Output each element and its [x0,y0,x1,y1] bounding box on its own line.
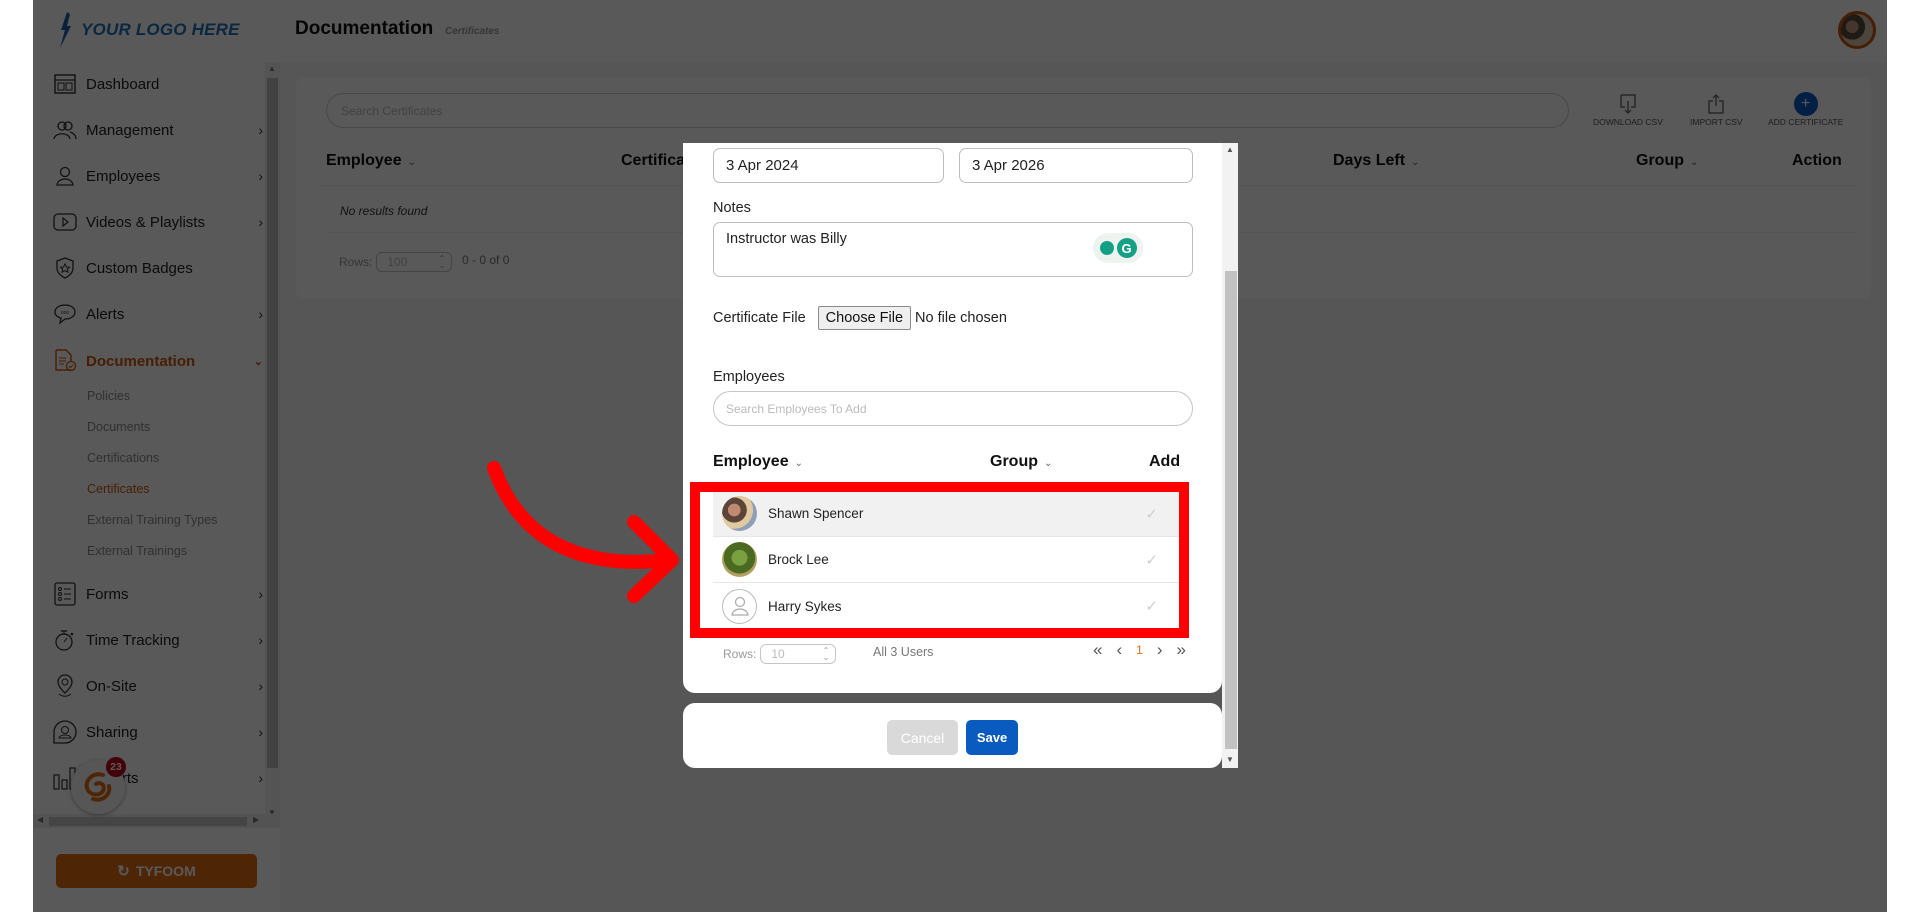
pagination: « ‹ 1 › » [1093,640,1186,660]
modal-total-users: All 3 Users [873,645,934,659]
scroll-up-arrow-icon[interactable]: ▲ [1226,145,1234,154]
rows-label: Rows: [723,647,757,661]
scroll-down-arrow-icon[interactable]: ▼ [1226,755,1234,764]
modal-rows-per-page: Rows: 10 ⌃ ⌄ [723,644,837,664]
column-header-label: Group [990,453,1038,470]
last-page-icon[interactable]: » [1177,640,1186,660]
save-button[interactable]: Save [966,720,1018,755]
certificate-file-row: Certificate File Choose File No file cho… [713,306,1007,330]
lightbulb-icon [1099,241,1114,255]
modal-column-group[interactable]: Group ⌄ [990,453,1052,471]
prev-page-icon[interactable]: ‹ [1116,640,1122,660]
expiry-date-input[interactable]: 3 Apr 2026 [959,148,1193,183]
chevron-down-icon: ⌄ [1044,458,1053,469]
choose-file-button[interactable]: Choose File [817,306,912,330]
employees-label: Employees [713,369,785,385]
first-page-icon[interactable]: « [1093,640,1102,660]
modal-rows-select[interactable]: 10 ⌃ ⌄ [760,644,837,664]
rows-value: 10 [771,647,785,661]
search-employees-input[interactable]: Search Employees To Add [713,391,1193,426]
chevron-down-icon: ⌄ [794,458,803,469]
app-root: YOUR LOGO HERE Documentation Certificate… [33,0,1887,912]
notes-label: Notes [713,200,751,216]
cancel-button[interactable]: Cancel [887,720,958,755]
column-header-label: Add [1149,453,1181,470]
modal-footer: Cancel Save [683,703,1222,768]
scrollbar-thumb[interactable] [1225,271,1237,749]
grammarly-widget[interactable]: G [1093,233,1143,263]
file-status-text: No file chosen [915,310,1007,326]
modal-column-employee[interactable]: Employee ⌄ [713,453,803,471]
annotation-highlight-box [690,482,1189,638]
current-page[interactable]: 1 [1136,643,1143,657]
column-header-label: Employee [713,453,789,470]
add-certificate-modal: 3 Apr 2024 3 Apr 2026 Notes Instructor w… [683,143,1238,768]
grammarly-icon: G [1116,238,1137,258]
certificate-file-label: Certificate File [713,310,806,326]
spinner-arrows-icon: ⌃⌄ [822,646,830,662]
modal-column-add: Add [1149,453,1180,471]
next-page-icon[interactable]: › [1157,640,1163,660]
issue-date-input[interactable]: 3 Apr 2024 [713,148,944,183]
modal-scrollbar[interactable]: ▲ ▼ [1222,143,1238,768]
